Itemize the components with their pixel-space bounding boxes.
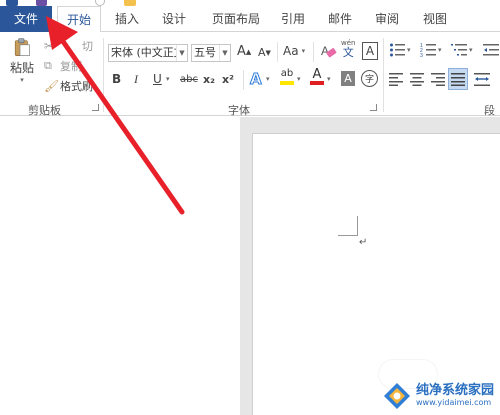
annotation-arrow-shaft: [59, 37, 185, 215]
annotation-arrow: [46, 16, 185, 215]
annotation-arrow-head: [46, 16, 78, 50]
